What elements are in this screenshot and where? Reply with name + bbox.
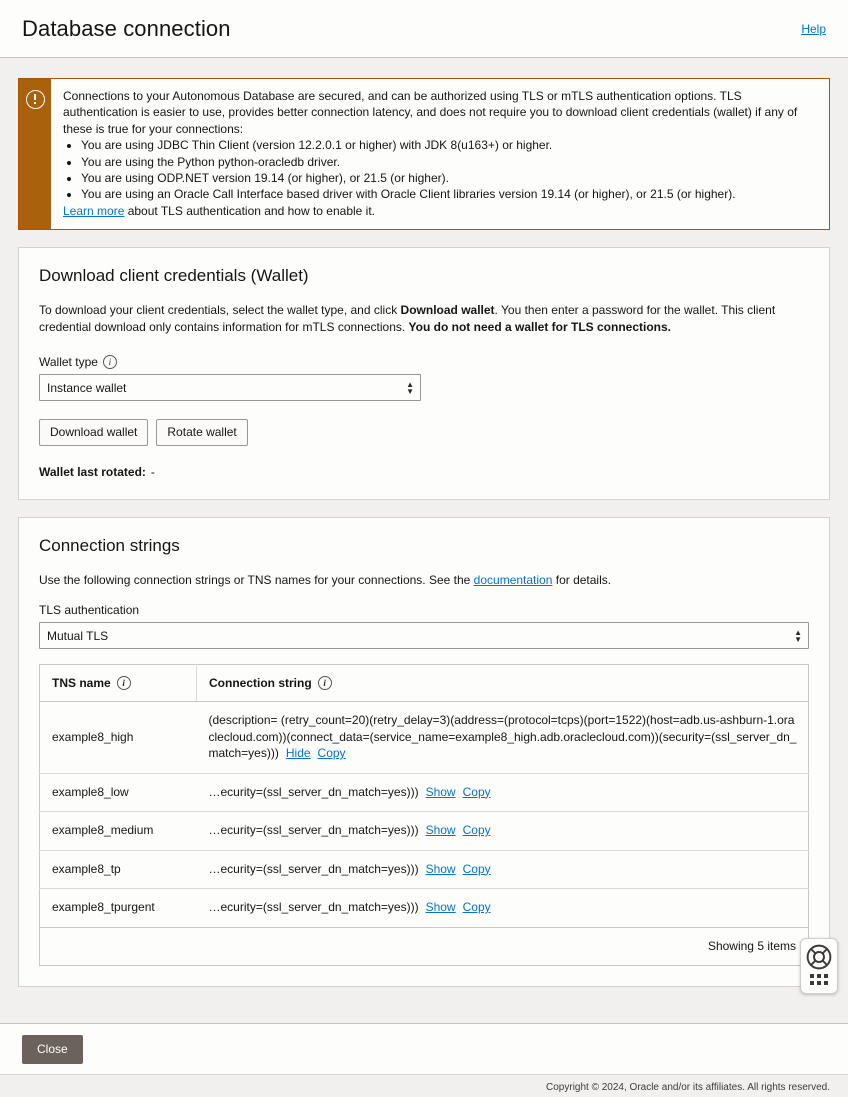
info-icon[interactable]: i — [102, 355, 117, 370]
info-icon[interactable]: i — [317, 676, 332, 691]
table-footer-count: Showing 5 items — [39, 927, 809, 966]
page-title: Database connection — [22, 15, 231, 41]
wallet-last-rotated-row: Wallet last rotated: - — [39, 465, 809, 479]
list-item: You are using ODP.NET version 19.14 (or … — [81, 170, 817, 186]
copy-connection-string-link[interactable]: Copy — [463, 823, 491, 837]
toggle-connection-string-link[interactable]: Show — [426, 785, 456, 799]
connection-strings-table: TNS name i Connection string i example8_… — [39, 664, 809, 928]
banner-bullet-list: You are using JDBC Thin Client (version … — [63, 137, 817, 203]
wallet-last-rotated-value: - — [150, 465, 155, 480]
connection-panel-description: Use the following connection strings or … — [39, 572, 809, 589]
footer-action-bar: Close — [0, 1023, 848, 1075]
table-row: example8_high (description= (retry_count… — [39, 701, 809, 774]
documentation-link[interactable]: documentation — [474, 573, 553, 587]
toggle-connection-string-link[interactable]: Show — [426, 823, 456, 837]
column-header-tns-name: TNS name i — [39, 664, 197, 703]
tls-auth-label: TLS authentication — [39, 603, 140, 618]
column-header-connection-string: Connection string i — [196, 664, 809, 703]
life-ring-icon[interactable] — [806, 944, 832, 970]
cell-connection-string: …ecurity=(ssl_server_dn_match=yes))) Show… — [196, 850, 809, 890]
tls-info-banner: Connections to your Autonomous Database … — [18, 78, 830, 231]
cell-tns-name: example8_low — [39, 773, 197, 813]
grid-dot — [824, 981, 828, 985]
rotate-wallet-button[interactable]: Rotate wallet — [156, 419, 248, 447]
cell-connection-string: …ecurity=(ssl_server_dn_match=yes))) Show… — [196, 811, 809, 851]
connection-string-text: …ecurity=(ssl_server_dn_match=yes))) — [208, 900, 419, 915]
tls-auth-select[interactable]: Mutual TLS — [39, 622, 809, 650]
table-row: example8_medium …ecurity=(ssl_server_dn_… — [39, 811, 809, 851]
wallet-type-select[interactable]: Instance wallet — [39, 374, 421, 402]
column-header-label: TNS name — [52, 676, 111, 691]
column-header-label: Connection string — [209, 676, 312, 691]
cell-tns-name: example8_high — [39, 701, 197, 774]
grid-dot — [810, 974, 814, 978]
cell-tns-name: example8_medium — [39, 811, 197, 851]
grid-dot — [817, 974, 821, 978]
banner-icon-strip — [19, 79, 51, 230]
tls-auth-select-wrap: Mutual TLS ▲ ▼ — [39, 622, 809, 650]
support-widget[interactable] — [800, 938, 838, 994]
list-item: You are using an Oracle Call Interface b… — [81, 186, 817, 202]
copy-connection-string-link[interactable]: Copy — [463, 900, 491, 914]
download-wallet-panel: Download client credentials (Wallet) To … — [18, 247, 830, 501]
cell-tns-name: example8_tpurgent — [52, 900, 155, 915]
connection-string-text: …ecurity=(ssl_server_dn_match=yes))) — [208, 823, 419, 838]
table-row: example8_tpurgent …ecurity=(ssl_server_d… — [40, 889, 809, 928]
wallet-button-row: Download wallet Rotate wallet — [39, 419, 809, 447]
wallet-panel-description: To download your client credentials, sel… — [39, 302, 809, 335]
connection-desc-part2: for details. — [552, 573, 612, 588]
list-item: You are using the Python python-oracledb… — [81, 154, 817, 170]
toggle-connection-string-link[interactable]: Hide — [286, 746, 311, 760]
download-wallet-button[interactable]: Download wallet — [39, 419, 149, 447]
cell-tns-name: example8_tp — [39, 850, 197, 890]
connection-strings-panel: Connection strings Use the following con… — [18, 517, 830, 987]
table-body: example8_high (description= (retry_count… — [39, 701, 809, 928]
connection-string-text: …ecurity=(ssl_server_dn_match=yes))) — [208, 861, 419, 876]
cell-connection-string: …ecurity=(ssl_server_dn_match=yes))) Show… — [197, 889, 809, 928]
learn-more-rest-text: about TLS authentication and how to enab… — [124, 203, 376, 218]
grid-dot — [817, 981, 821, 985]
list-item: You are using JDBC Thin Client (version … — [81, 137, 817, 153]
connection-panel-title: Connection strings — [39, 536, 180, 556]
wallet-desc-part1: To download your client credentials, sel… — [39, 303, 401, 318]
info-icon[interactable]: i — [116, 676, 131, 691]
wallet-type-label-row: Wallet type i — [39, 355, 809, 370]
close-button[interactable]: Close — [22, 1034, 83, 1064]
table-row: example8_low …ecurity=(ssl_server_dn_mat… — [39, 773, 809, 813]
connection-string-text: …ecurity=(ssl_server_dn_match=yes))) — [208, 784, 419, 799]
wallet-type-select-wrap: Instance wallet ▲ ▼ — [39, 374, 421, 402]
dot-grid-icon[interactable] — [809, 974, 829, 985]
copyright-text: Copyright © 2024, Oracle and/or its affi… — [546, 1082, 830, 1093]
help-link[interactable]: Help — [801, 22, 826, 36]
cell-connection-string: (description= (retry_count=20)(retry_del… — [196, 701, 809, 774]
warning-circle-icon — [25, 90, 45, 109]
toggle-connection-string-link[interactable]: Show — [426, 862, 456, 876]
page-header: Database connection Help — [0, 0, 848, 58]
copy-connection-string-link[interactable]: Copy — [318, 746, 346, 760]
banner-learn-more-line: Learn more about TLS authentication and … — [63, 203, 817, 219]
banner-paragraph: Connections to your Autonomous Database … — [63, 89, 798, 136]
tls-auth-label-row: TLS authentication — [39, 603, 809, 617]
grid-dot — [824, 974, 828, 978]
copy-connection-string-link[interactable]: Copy — [463, 862, 491, 876]
table-header-row: TNS name i Connection string i — [39, 664, 809, 703]
wallet-desc-bold2: You do not need a wallet for TLS connect… — [408, 319, 672, 334]
learn-more-link[interactable]: Learn more — [63, 204, 124, 218]
toggle-connection-string-link[interactable]: Show — [426, 900, 456, 914]
copy-connection-string-link[interactable]: Copy — [463, 785, 491, 799]
wallet-type-label: Wallet type — [39, 355, 98, 370]
table-head: TNS name i Connection string i — [39, 664, 809, 703]
grid-dot — [810, 981, 814, 985]
table-row: example8_tp …ecurity=(ssl_server_dn_matc… — [39, 850, 809, 890]
connection-desc-part1: Use the following connection strings or … — [39, 573, 474, 588]
wallet-desc-bold1: Download wallet — [400, 303, 495, 318]
wallet-last-rotated-label: Wallet last rotated: — [39, 465, 146, 480]
page-content: Connections to your Autonomous Database … — [0, 58, 848, 987]
wallet-panel-title: Download client credentials (Wallet) — [39, 266, 309, 286]
banner-body: Connections to your Autonomous Database … — [51, 79, 829, 229]
cell-connection-string: …ecurity=(ssl_server_dn_match=yes))) Show… — [196, 773, 809, 813]
